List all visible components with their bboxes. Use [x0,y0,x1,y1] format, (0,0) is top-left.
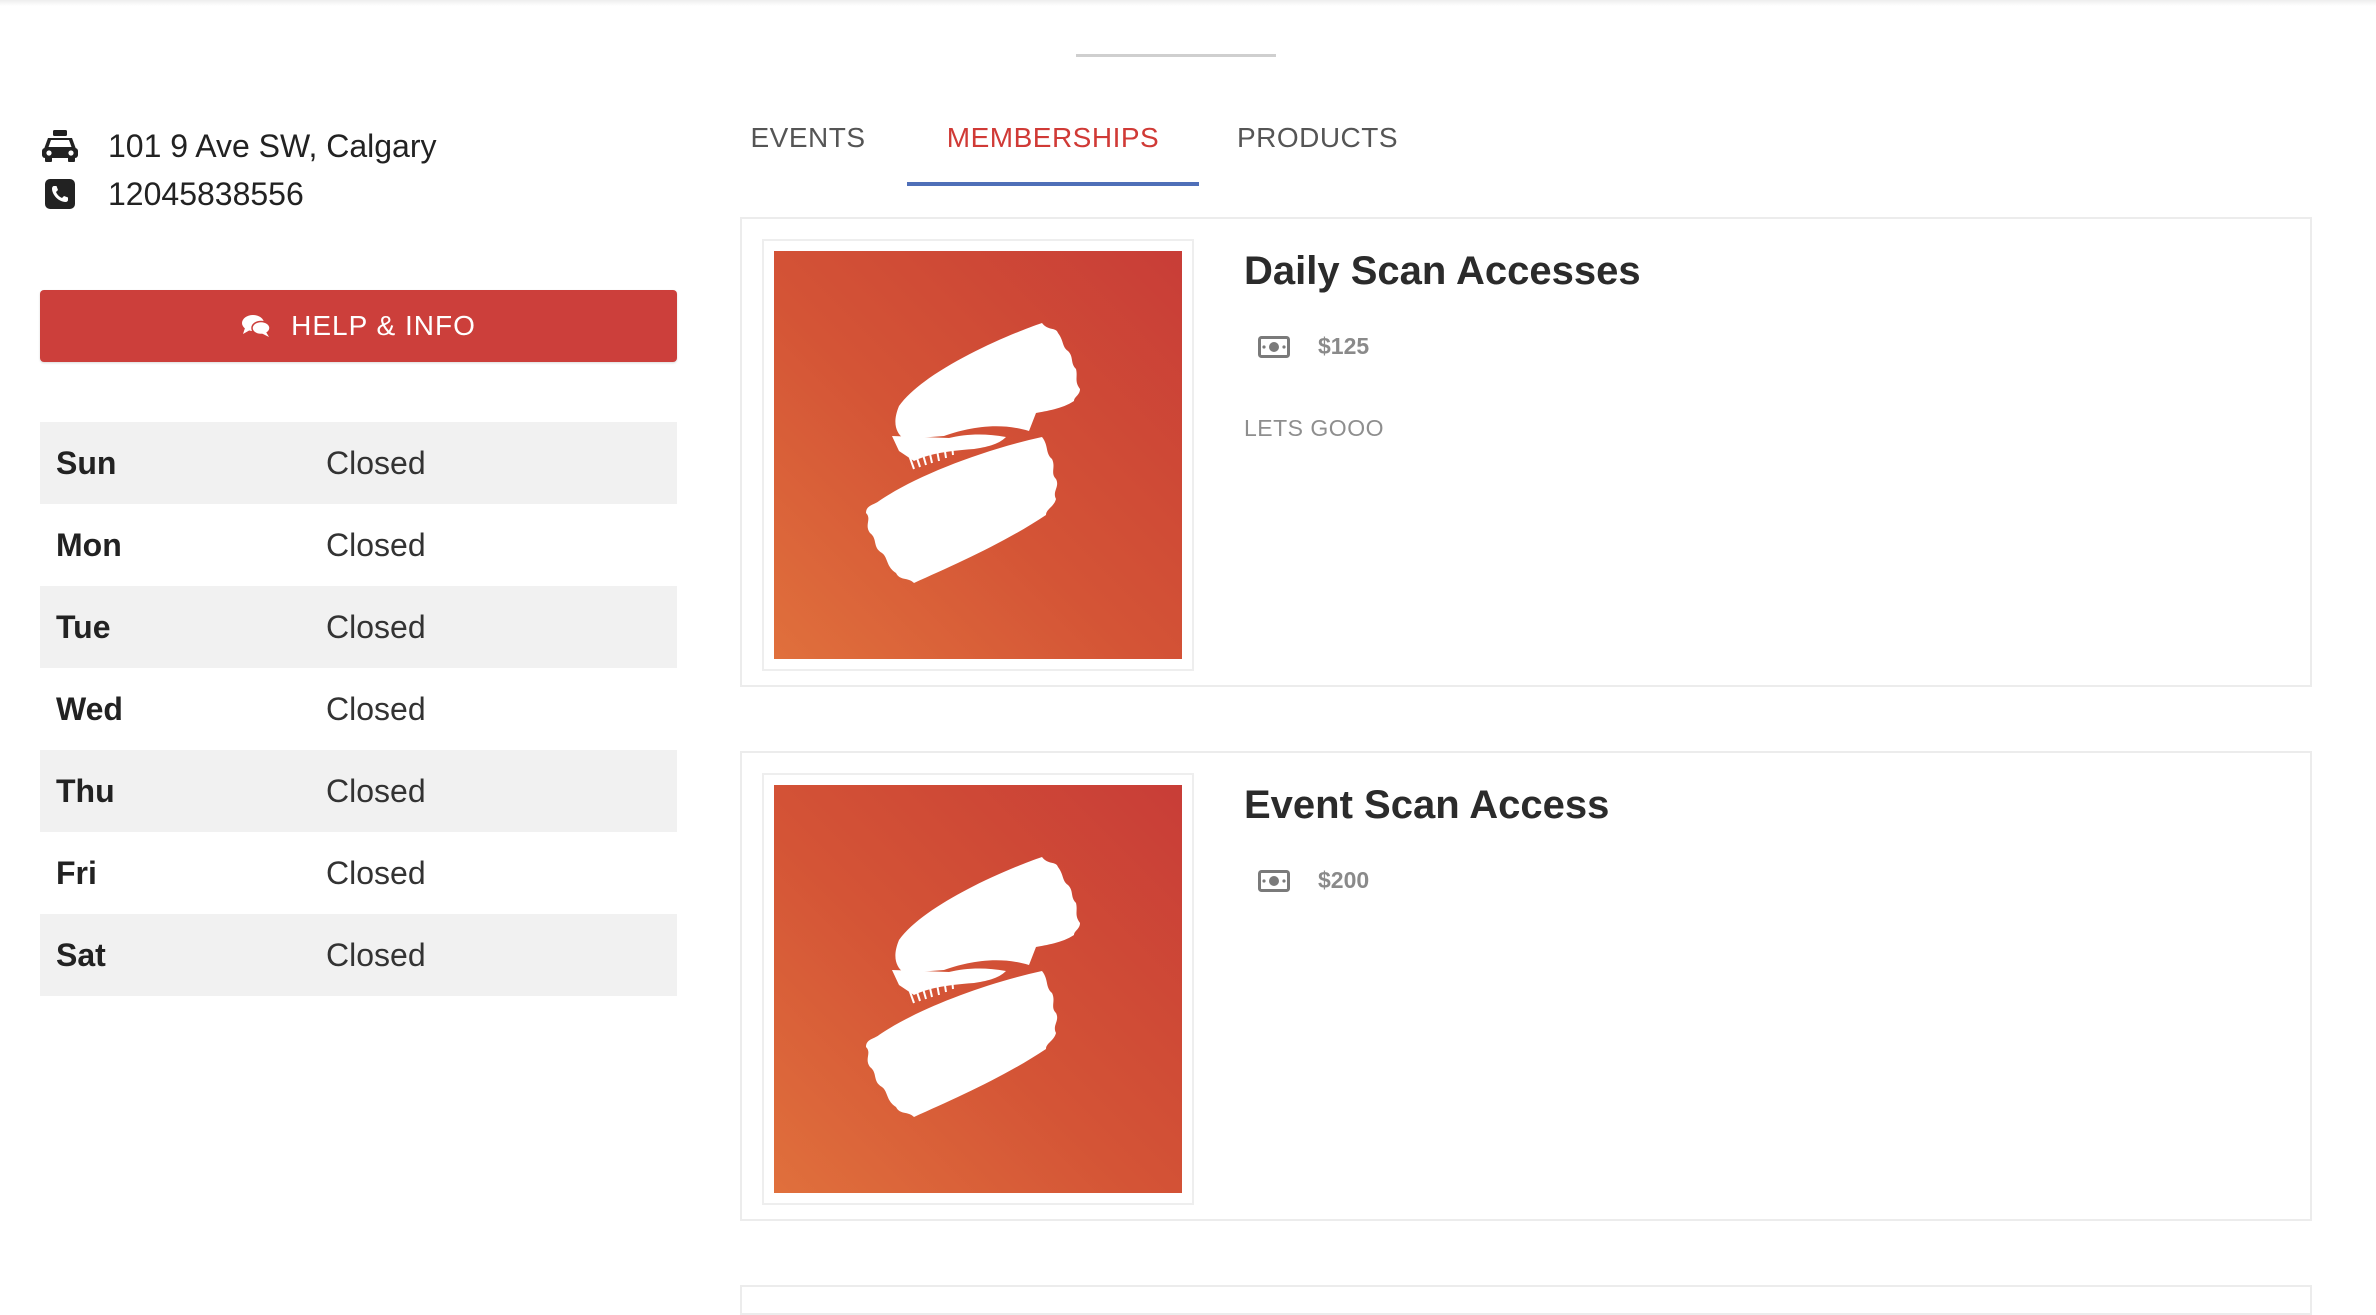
membership-price: $125 [1318,333,1370,359]
membership-card[interactable]: Event Scan Access $200 [740,751,2312,1221]
hours-status: Closed [326,690,426,727]
top-shadow [0,0,2376,6]
hours-status: Closed [326,854,426,891]
day-label: Thu [56,772,115,809]
tab-products-label: PRODUCTS [1236,122,1399,153]
phone-text[interactable]: 12045838556 [108,176,304,213]
help-info-label: HELP & INFO [291,310,476,341]
price-row: $200 [1258,867,1369,894]
membership-image[interactable] [774,785,1182,1193]
tickets-icon [866,857,1080,1117]
membership-image[interactable] [774,251,1182,659]
money-bill-icon [1258,869,1290,892]
opening-hours-table: Sun Closed Mon Closed Tue Closed Wed Clo… [40,422,677,996]
hours-row-tue: Tue Closed [40,586,677,668]
hours-status: Closed [326,444,426,481]
tab-events-label: EVENTS [750,122,866,153]
day-label: Wed [56,690,123,727]
membership-image-frame[interactable] [762,773,1194,1205]
hours-status: Closed [326,936,426,973]
membership-description: LETS GOOO [1244,415,1384,441]
phone-line[interactable]: 12045838556 [40,174,304,214]
phone-square-icon [40,174,80,214]
membership-image-frame[interactable] [762,239,1194,671]
tab-events[interactable]: EVENTS [740,100,876,186]
day-label: Fri [56,854,97,891]
hours-row-thu: Thu Closed [40,750,677,832]
money-bill-icon [1258,335,1290,358]
membership-card[interactable] [740,1285,2312,1315]
help-info-button[interactable]: HELP & INFO [40,290,677,362]
comments-icon [241,314,271,338]
membership-title[interactable]: Event Scan Access [1244,783,1609,828]
membership-card[interactable]: Daily Scan Accesses $125 LETS GOOO [740,217,2312,687]
membership-price: $200 [1318,867,1370,893]
price-row: $125 [1258,333,1369,360]
day-label: Mon [56,526,122,563]
hours-row-mon: Mon Closed [40,504,677,586]
day-label: Tue [56,608,111,645]
tickets-icon [866,323,1080,583]
hours-row-fri: Fri Closed [40,832,677,914]
address-line: 101 9 Ave SW, Calgary [40,126,436,166]
day-label: Sat [56,936,106,973]
hours-row-wed: Wed Closed [40,668,677,750]
taxi-icon [40,126,80,166]
top-divider [1076,54,1276,57]
hours-row-sun: Sun Closed [40,422,677,504]
tab-products[interactable]: PRODUCTS [1225,100,1410,186]
hours-status: Closed [326,772,426,809]
hours-row-sat: Sat Closed [40,914,677,996]
day-label: Sun [56,444,117,481]
hours-status: Closed [326,608,426,645]
tab-memberships-label: MEMBERSHIPS [946,122,1160,153]
membership-title[interactable]: Daily Scan Accesses [1244,249,1641,294]
address-text: 101 9 Ave SW, Calgary [108,127,437,164]
hours-status: Closed [326,526,426,563]
tab-memberships[interactable]: MEMBERSHIPS [907,100,1199,186]
